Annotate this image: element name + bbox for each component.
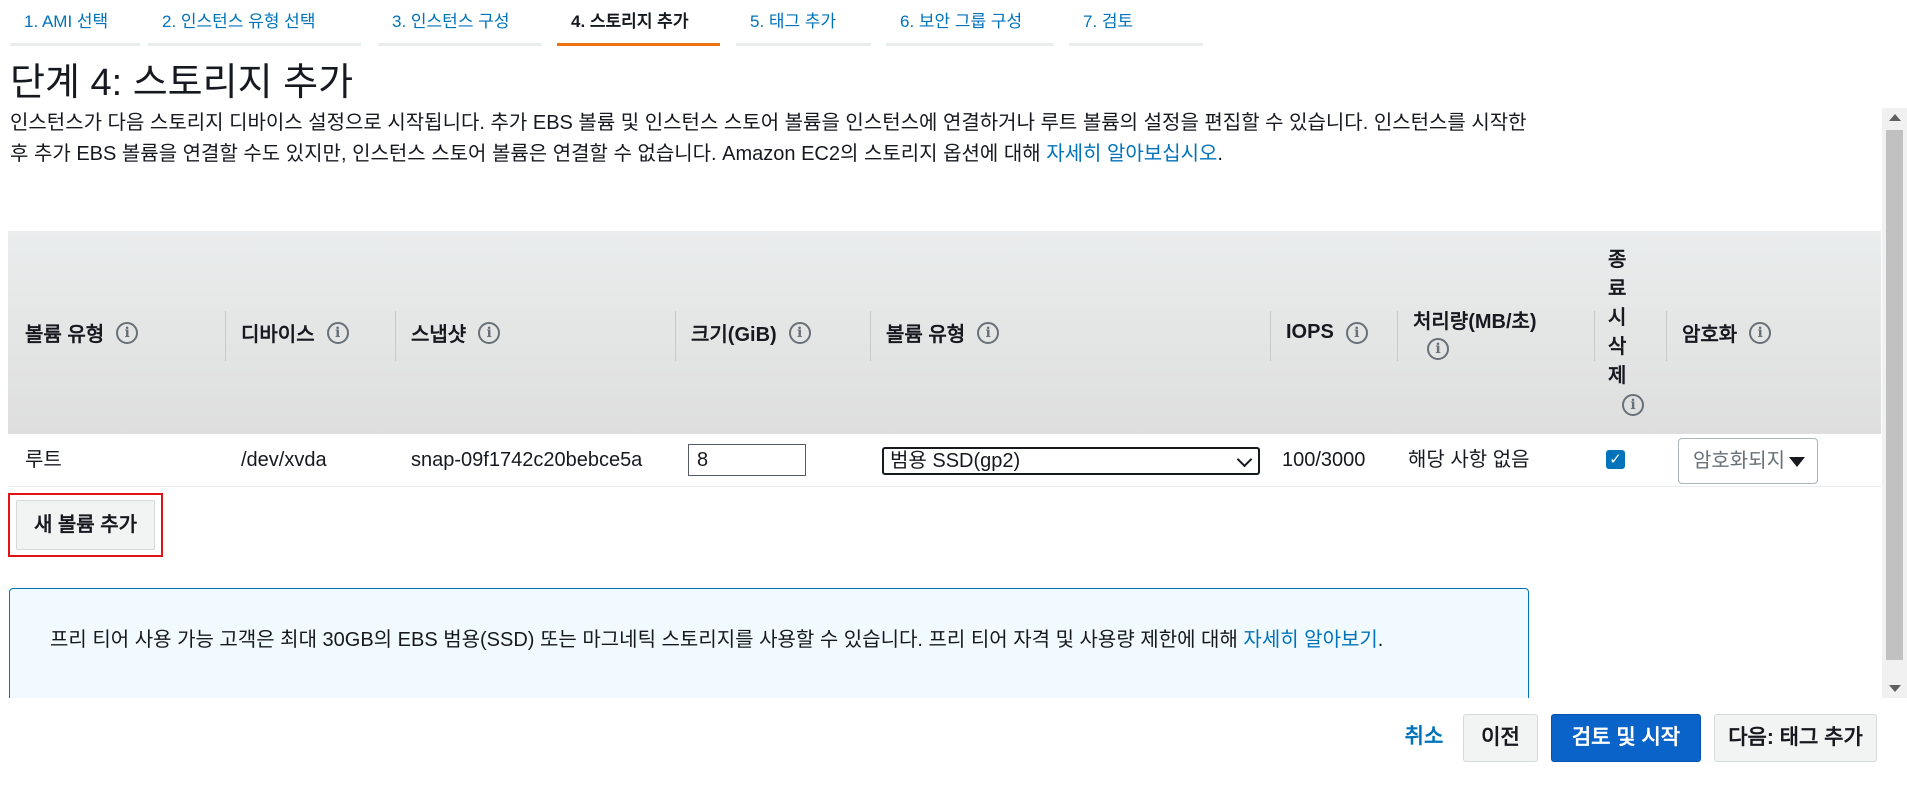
cell-iops: 100/3000 [1282, 449, 1366, 471]
info-icon[interactable]: i [478, 321, 501, 344]
volume-type-select[interactable]: 범용 SSD(gp2) [882, 447, 1260, 475]
cancel-button[interactable]: 취소 [1392, 714, 1456, 762]
header-size-label: 크기(GiB) [691, 324, 777, 346]
cell-throughput: 해당 사항 없음 [1408, 449, 1530, 471]
info-icon[interactable]: i [116, 321, 139, 344]
header-encryption: 암호화 i [1666, 231, 1816, 434]
header-device-label: 디바이스 [241, 324, 315, 346]
add-volume-highlight: 새 볼륨 추가 [8, 493, 163, 557]
free-tier-text: 프리 티어 사용 가능 고객은 최대 30GB의 EBS 범용(SSD) 또는 … [50, 629, 1244, 651]
step-instance-type[interactable]: 2. 인스턴스 유형 선택 [148, 8, 361, 46]
header-delete-on-termination: 종료 시 삭제 i [1594, 231, 1666, 434]
header-iops-label: IOPS [1286, 321, 1334, 343]
add-volume-button[interactable]: 새 볼륨 추가 [16, 500, 155, 550]
intro-end: . [1217, 143, 1223, 165]
cell-snapshot: snap-09f1742c20bebce5a [411, 449, 643, 471]
learn-more-storage-link[interactable]: 자세히 알아보십시오 [1046, 143, 1217, 165]
free-tier-notice: 프리 티어 사용 가능 고객은 최대 30GB의 EBS 범용(SSD) 또는 … [9, 588, 1529, 708]
step-configure-instance[interactable]: 3. 인스턴스 구성 [378, 8, 542, 46]
vertical-scrollbar[interactable] [1882, 108, 1907, 698]
intro-body: 인스턴스가 다음 스토리지 디바이스 설정으로 시작됩니다. 추가 EBS 볼륨… [10, 112, 1527, 165]
info-icon[interactable]: i [1749, 321, 1772, 344]
header-throughput-label: 처리량(MB/초) [1413, 311, 1537, 333]
info-icon[interactable]: i [788, 321, 811, 344]
info-icon[interactable]: i [1622, 394, 1644, 417]
scroll-up-icon[interactable] [1889, 114, 1901, 121]
step-add-storage[interactable]: 4. 스토리지 추가 [557, 8, 720, 46]
cell-device: /dev/xvda [241, 449, 327, 471]
free-tier-end: . [1377, 629, 1384, 651]
previous-button[interactable]: 이전 [1463, 714, 1538, 762]
header-throughput: 처리량(MB/초) i [1397, 231, 1594, 434]
header-size: 크기(GiB) i [675, 231, 870, 434]
page-title: 단계 4: 스토리지 추가 [10, 62, 354, 104]
header-iops: IOPS i [1270, 231, 1397, 434]
intro-text: 인스턴스가 다음 스토리지 디바이스 설정으로 시작됩니다. 추가 EBS 볼륨… [10, 108, 1540, 170]
step-review[interactable]: 7. 검토 [1069, 8, 1203, 46]
step-security-group[interactable]: 6. 보안 그룹 구성 [886, 8, 1054, 46]
header-snapshot: 스냅샷 i [395, 231, 675, 434]
cell-volume-type: 루트 [25, 449, 62, 471]
caret-down-icon [1789, 457, 1805, 467]
info-icon[interactable]: i [326, 321, 349, 344]
header-snapshot-label: 스냅샷 [411, 324, 467, 346]
encryption-select[interactable]: 암호화되지 [1678, 438, 1818, 484]
wizard-steps: 1. AMI 선택 2. 인스턴스 유형 선택 3. 인스턴스 구성 4. 스토… [0, 0, 1220, 48]
table-row: 루트 /dev/xvda snap-09f1742c20bebce5a 범용 S… [8, 434, 1881, 487]
delete-on-termination-checkbox[interactable]: ✓ [1606, 450, 1625, 469]
info-icon[interactable]: i [977, 321, 1000, 344]
scroll-down-icon[interactable] [1889, 685, 1901, 692]
volume-type-selected: 범용 SSD(gp2) [890, 450, 1021, 472]
storage-table-header: 볼륨 유형 i 디바이스 i 스냅샷 i 크기(GiB) i 볼륨 유형 i IOPS i … [8, 231, 1881, 434]
header-volume-kind: 볼륨 유형 i [870, 231, 1270, 434]
free-tier-learn-more-link[interactable]: 자세히 알아보기 [1243, 629, 1377, 651]
header-encryption-label: 암호화 [1682, 324, 1738, 346]
header-volume-kind-label: 볼륨 유형 [886, 324, 966, 346]
check-icon: ✓ [1609, 451, 1622, 468]
chevron-down-icon [1236, 451, 1253, 468]
encryption-selected: 암호화되지 [1693, 450, 1785, 472]
header-device: 디바이스 i [225, 231, 395, 434]
header-volume-type: 볼륨 유형 i [25, 231, 225, 434]
next-add-tags-button[interactable]: 다음: 태그 추가 [1714, 714, 1877, 762]
step-ami[interactable]: 1. AMI 선택 [10, 8, 140, 46]
review-and-launch-button[interactable]: 검토 및 시작 [1551, 714, 1701, 762]
size-input[interactable] [688, 444, 806, 476]
step-add-tags[interactable]: 5. 태그 추가 [736, 8, 871, 46]
info-icon[interactable]: i [1427, 338, 1449, 360]
info-icon[interactable]: i [1345, 321, 1368, 344]
header-volume-type-label: 볼륨 유형 [25, 324, 105, 346]
header-delete-on-termination-label: 종료 시 삭제 [1608, 248, 1627, 387]
scroll-thumb[interactable] [1886, 130, 1903, 660]
